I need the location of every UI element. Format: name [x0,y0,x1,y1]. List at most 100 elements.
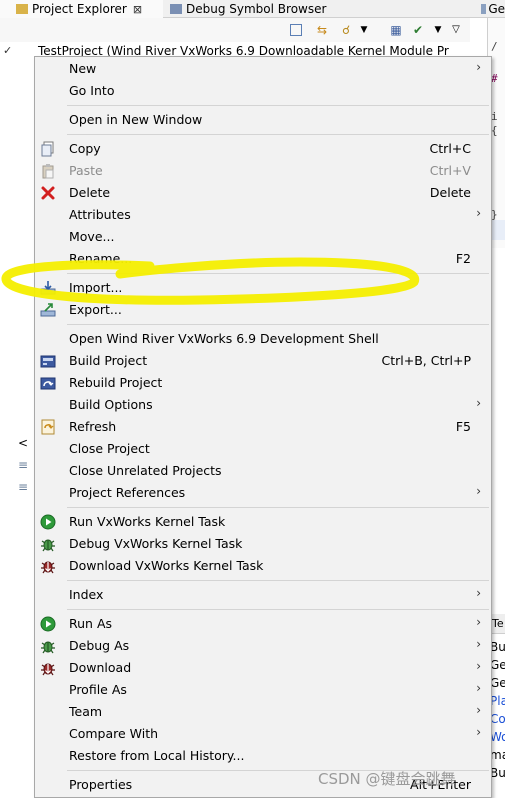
download-icon [40,660,56,676]
debug-symbol-icon [170,4,182,14]
menu-item-run-as[interactable]: Run As › [35,613,491,635]
tab-debug-symbol-browser[interactable]: Debug Symbol Browser [166,0,336,18]
menu-item-new[interactable]: New › [35,58,491,80]
tab-project-explorer[interactable]: Project Explorer ⊠ [0,0,163,18]
menu-item-copy[interactable]: Copy Ctrl+C [35,138,491,160]
chevron-right-icon: › [476,484,481,498]
menu-item-shortcut: F2 [455,251,471,266]
menu-item-download-vxworks-kernel-task[interactable]: Download VxWorks Kernel Task [35,555,491,577]
chevron-right-icon: › [476,659,481,673]
chevron-right-icon: › [476,586,481,600]
menu-item-shortcut: F5 [455,419,471,434]
menu-item-label: Paste [69,163,103,178]
menu-item-delete[interactable]: Delete Delete [35,182,491,204]
menu-item-label: New [69,61,97,76]
close-icon[interactable]: ⊠ [133,3,142,16]
menu-item-label: Download VxWorks Kernel Task [69,558,264,573]
chevron-right-icon: › [476,681,481,695]
menu-item-paste: Paste Ctrl+V [35,160,491,182]
view-menu-icon[interactable]: ▽ [448,22,464,38]
menu-separator [67,580,489,581]
panel-line: Bu [490,766,505,780]
chevron-right-icon: › [476,637,481,651]
menu-item-go-into[interactable]: Go Into [35,80,491,102]
menu-item-label: Run As [69,616,113,631]
menu-item-label: Restore from Local History... [69,748,245,763]
panel-line: Co [490,712,505,726]
menu-separator [67,507,489,508]
menu-item-profile-as[interactable]: Profile As › [35,679,491,701]
chevron-down-icon[interactable]: ▼ [356,22,372,38]
chevron-right-icon: › [476,615,481,629]
menu-item-close-project[interactable]: Close Project [35,438,491,460]
panel-line: Ge [490,658,505,672]
collapse-all-icon[interactable] [290,24,302,36]
menu-item-label: Delete [69,185,111,200]
build-toolbar-icon[interactable]: ▦ [388,22,404,38]
menu-item-compare-with[interactable]: Compare With › [35,723,491,745]
menu-item-rebuild-project[interactable]: Rebuild Project [35,372,491,394]
view-tab-bar: Project Explorer ⊠ Debug Symbol Browser … [0,0,505,18]
menu-item-build-project[interactable]: Build Project Ctrl+B, Ctrl+P [35,350,491,372]
refresh-icon [40,419,56,435]
panel-line: Pla [490,694,505,708]
chevron-down-icon[interactable]: ▼ [430,22,446,38]
menu-separator [67,134,489,135]
menu-item-restore-from-local-history[interactable]: Restore from Local History... [35,745,491,767]
left-strip-icon: ≡ [18,480,29,494]
menu-item-team[interactable]: Team › [35,701,491,723]
menu-item-open-in-new-window[interactable]: Open in New Window [35,109,491,131]
paste-icon [40,163,56,179]
menu-item-export[interactable]: Export... [35,299,491,321]
menu-item-label: Debug VxWorks Kernel Task [69,536,243,551]
panel-line: Bu [490,640,505,654]
menu-item-label: Build Options [69,397,153,412]
menu-item-project-references[interactable]: Project References › [35,482,491,504]
panel-line: Wo [490,730,505,744]
menu-separator [67,105,489,106]
menu-item-download[interactable]: Download › [35,657,491,679]
menu-item-label: Close Project [69,441,150,456]
menu-item-label: Close Unrelated Projects [69,463,222,478]
left-panel-strip: < ≡ ≡ [0,436,34,516]
tab-right-editor[interactable]: Ge [478,0,505,18]
chevron-right-icon: › [476,60,481,74]
left-strip-char[interactable]: < [18,436,28,450]
panel-line: Ge [490,676,505,690]
menu-item-move[interactable]: Move... [35,226,491,248]
menu-item-label: Debug As [69,638,130,653]
tab-right-label: Ge [488,2,505,16]
context-menu: New › Go Into Open in New Window Copy Ctrl+C P… [34,56,492,798]
menu-item-index[interactable]: Index › [35,584,491,606]
menu-item-rename[interactable]: Rename... F2 [35,248,491,270]
menu-item-refresh[interactable]: Refresh F5 [35,416,491,438]
menu-item-shortcut: Ctrl+V [429,163,471,178]
check-toolbar-icon[interactable]: ✔ [410,22,426,38]
filter-icon[interactable]: ☌ [338,22,354,38]
run-icon [40,616,56,632]
export-icon [40,302,56,318]
chevron-right-icon: › [476,396,481,410]
menu-item-debug-as[interactable]: Debug As › [35,635,491,657]
expand-check-icon[interactable]: ✓ [3,44,12,57]
editor-char: / [491,40,498,53]
menu-item-debug-vxworks-kernel-task[interactable]: Debug VxWorks Kernel Task [35,533,491,555]
tab-project-explorer-label: Project Explorer [32,2,127,16]
rebuild-icon [40,375,56,391]
menu-item-label: Profile As [69,682,127,697]
menu-item-label: Project References [69,485,186,500]
menu-item-import[interactable]: Import... [35,277,491,299]
menu-item-attributes[interactable]: Attributes › [35,204,491,226]
menu-item-run-vxworks-kernel-task[interactable]: Run VxWorks Kernel Task [35,511,491,533]
left-strip-icon: ≡ [18,458,29,472]
menu-item-close-unrelated-projects[interactable]: Close Unrelated Projects [35,460,491,482]
download-icon [40,558,56,574]
menu-item-open-wind-river-vxworks-6-9-development-shell[interactable]: Open Wind River VxWorks 6.9 Development … [35,328,491,350]
menu-item-build-options[interactable]: Build Options › [35,394,491,416]
menu-item-label: Move... [69,229,115,244]
run-icon [40,514,56,530]
link-with-editor-icon[interactable]: ⇆ [314,22,330,38]
menu-item-label: Open Wind River VxWorks 6.9 Development … [69,331,379,346]
menu-item-label: Go Into [69,83,115,98]
import-icon [40,280,56,296]
